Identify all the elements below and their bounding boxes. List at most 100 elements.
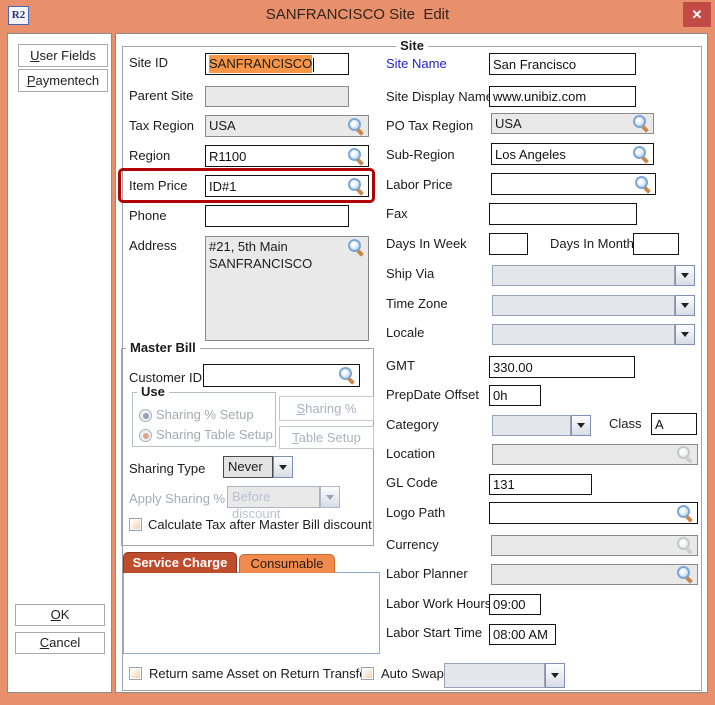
tax-region-label: Tax Region xyxy=(129,118,194,134)
site-id-field[interactable]: SANFRANCISCO xyxy=(205,53,349,75)
ship-via-combo xyxy=(492,265,695,286)
ship-via-value xyxy=(492,265,675,286)
return-asset-label: Return same Asset on Return Transfer. xyxy=(149,666,374,682)
site-name-field[interactable] xyxy=(489,53,636,75)
address-field: #21, 5th Main SANFRANCISCO xyxy=(205,236,369,341)
prepdate-offset-label: PrepDate Offset xyxy=(386,387,479,403)
gmt-field[interactable] xyxy=(489,356,635,378)
site-edit-window: { "window": { "title": "SANFRANCISCO Sit… xyxy=(0,0,715,705)
ok-button[interactable]: OK xyxy=(15,604,105,626)
region-input[interactable] xyxy=(206,146,368,166)
item-price-input[interactable] xyxy=(206,176,368,196)
po-tax-region-label: PO Tax Region xyxy=(386,118,473,134)
labor-start-time-field[interactable] xyxy=(489,624,556,645)
dropdown-arrow-icon[interactable] xyxy=(675,324,695,345)
logo-path-input[interactable] xyxy=(490,503,697,523)
labor-work-hours-input[interactable] xyxy=(490,595,540,614)
use-legend: Use xyxy=(137,384,169,400)
tab-service-charge[interactable]: Service Charge xyxy=(123,552,237,573)
magnifier-icon[interactable] xyxy=(348,178,365,195)
sharing-type-value: Never xyxy=(223,456,273,478)
site-display-name-label: Site Display Name xyxy=(386,89,493,105)
class-field[interactable] xyxy=(651,413,697,435)
apply-sharing-value: Before discount xyxy=(227,486,320,508)
ship-via-label: Ship Via xyxy=(386,266,434,282)
item-price-field[interactable] xyxy=(205,175,369,197)
sub-region-field[interactable] xyxy=(491,143,654,165)
dropdown-arrow-icon[interactable] xyxy=(675,265,695,286)
prepdate-offset-field[interactable] xyxy=(489,385,541,406)
site-name-input[interactable] xyxy=(490,54,635,74)
main-panel: Site Site ID SANFRANCISCO Parent Site Ta… xyxy=(115,33,708,693)
fax-field[interactable] xyxy=(489,203,637,225)
fax-input[interactable] xyxy=(490,204,636,224)
dropdown-arrow-icon[interactable] xyxy=(273,456,293,478)
days-in-month-field[interactable] xyxy=(633,233,679,255)
phone-label: Phone xyxy=(129,208,167,224)
return-asset-checkbox[interactable] xyxy=(129,667,142,680)
item-price-label: Item Price xyxy=(129,178,188,194)
site-name-label: Site Name xyxy=(386,56,447,72)
magnifier-icon[interactable] xyxy=(348,118,365,135)
magnifier-icon[interactable] xyxy=(635,176,652,193)
logo-path-label: Logo Path xyxy=(386,505,445,521)
magnifier-icon[interactable] xyxy=(633,146,650,163)
auto-swap-combo xyxy=(444,663,565,688)
region-field[interactable] xyxy=(205,145,369,167)
magnifier-icon[interactable] xyxy=(339,367,356,384)
phone-input[interactable] xyxy=(206,206,348,226)
sharing-pct-radio-label: Sharing % Setup xyxy=(156,407,254,423)
labor-price-field[interactable] xyxy=(491,173,656,195)
labor-start-time-input[interactable] xyxy=(490,625,555,644)
sub-region-input[interactable] xyxy=(492,144,653,164)
customer-id-input[interactable] xyxy=(204,365,359,386)
magnifier-icon[interactable] xyxy=(677,566,694,583)
dropdown-arrow-icon[interactable] xyxy=(675,295,695,316)
auto-swap-checkbox[interactable] xyxy=(361,667,374,680)
location-field xyxy=(492,444,698,465)
tax-region-field: USA xyxy=(205,115,369,137)
days-in-week-field[interactable] xyxy=(489,233,528,255)
user-fields-button[interactable]: User Fields xyxy=(18,44,108,67)
site-id-selected-text: SANFRANCISCO xyxy=(209,55,312,73)
days-in-month-input[interactable] xyxy=(634,234,678,254)
gl-code-field[interactable] xyxy=(489,474,592,495)
sidebar: User Fields Paymentech OK Cancel xyxy=(7,33,112,693)
customer-id-field[interactable] xyxy=(203,364,360,387)
labor-price-label: Labor Price xyxy=(386,177,452,193)
gl-code-input[interactable] xyxy=(490,475,591,494)
magnifier-icon[interactable] xyxy=(633,115,650,132)
prepdate-offset-input[interactable] xyxy=(490,386,540,405)
sharing-pct-radio xyxy=(139,409,152,422)
paymentech-button[interactable]: Paymentech xyxy=(18,69,108,92)
auto-swap-value xyxy=(444,663,545,688)
logo-path-field[interactable] xyxy=(489,502,698,524)
text-caret xyxy=(313,58,314,72)
site-display-name-field[interactable] xyxy=(489,86,636,107)
labor-work-hours-field[interactable] xyxy=(489,594,541,615)
sharing-type-label: Sharing Type xyxy=(129,461,205,477)
calc-tax-checkbox[interactable] xyxy=(129,518,142,531)
dropdown-arrow-icon[interactable] xyxy=(545,663,565,688)
phone-field[interactable] xyxy=(205,205,349,227)
class-input[interactable] xyxy=(652,414,696,434)
po-tax-region-field: USA xyxy=(491,113,654,134)
tab-consumable[interactable]: Consumable xyxy=(239,554,335,573)
sub-region-label: Sub-Region xyxy=(386,147,455,163)
labor-price-input[interactable] xyxy=(492,174,655,194)
sharing-type-combo[interactable]: Never xyxy=(223,456,293,478)
labor-planner-field xyxy=(491,564,698,585)
days-in-week-input[interactable] xyxy=(490,234,527,254)
category-combo xyxy=(492,415,591,436)
labor-planner-label: Labor Planner xyxy=(386,566,468,582)
locale-combo xyxy=(492,324,695,345)
magnifier-icon[interactable] xyxy=(677,505,694,522)
dropdown-arrow-icon[interactable] xyxy=(571,415,591,436)
days-in-month-label: Days In Month xyxy=(550,236,634,252)
close-icon[interactable]: ✕ xyxy=(683,2,711,27)
magnifier-icon[interactable] xyxy=(348,148,365,165)
magnifier-icon[interactable] xyxy=(348,239,365,256)
cancel-button[interactable]: Cancel xyxy=(15,632,105,654)
site-display-name-input[interactable] xyxy=(490,87,635,106)
gmt-input[interactable] xyxy=(490,357,634,377)
